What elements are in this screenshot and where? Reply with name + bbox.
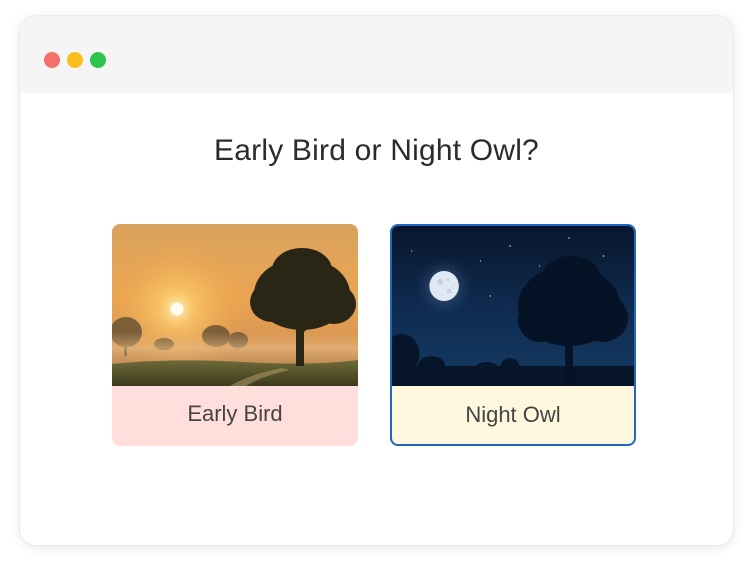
sunrise-image (112, 224, 358, 386)
option-label: Night Owl (465, 402, 561, 427)
minimize-window-button[interactable] (67, 52, 83, 68)
app-window: Early Bird or Night Owl? Early Bird Nigh… (20, 16, 733, 545)
option-card-night-owl[interactable]: Night Owl (390, 224, 636, 446)
option-label: Early Bird (187, 401, 283, 426)
question-heading: Early Bird or Night Owl? (214, 134, 539, 167)
maximize-window-button[interactable] (90, 52, 106, 68)
option-card-early-bird[interactable]: Early Bird (112, 224, 358, 446)
moonlit-night-image (392, 226, 634, 386)
close-window-button[interactable] (44, 52, 60, 68)
title-bar (20, 16, 733, 93)
